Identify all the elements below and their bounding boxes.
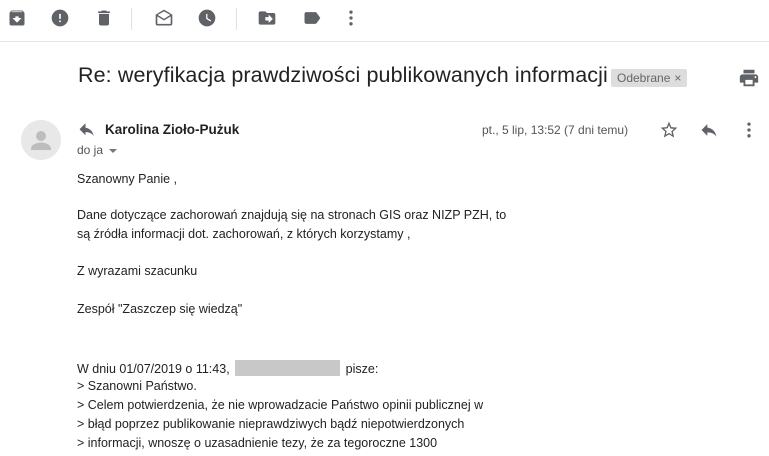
quote-intro: W dniu 01/07/2019 o 11:43, pisze: <box>77 360 378 376</box>
quote-intro-text: W dniu 01/07/2019 o 11:43, <box>77 362 230 376</box>
body-greeting: Szanowny Panie , <box>77 172 178 186</box>
sender-avatar[interactable] <box>21 120 61 160</box>
redacted-sender <box>235 360 341 376</box>
snooze-icon[interactable] <box>197 8 217 28</box>
label-icon[interactable] <box>302 8 322 28</box>
star-icon[interactable] <box>659 120 679 140</box>
chevron-down-icon <box>109 149 118 153</box>
label-text: Odebrane <box>617 71 671 85</box>
remove-label-icon[interactable]: × <box>674 71 681 85</box>
message-more-icon[interactable] <box>739 120 759 140</box>
toolbar <box>0 0 769 42</box>
body-paragraph-line: są źródła informacji dot. zachorowań, z … <box>77 227 411 241</box>
sender-name[interactable]: Karolina Zioło-Pużuk <box>105 122 239 137</box>
quoted-line: > Szanowni Państwo. <box>77 379 197 393</box>
body-signature: Zespół "Zaszczep się wiedzą" <box>77 302 243 316</box>
toolbar-divider <box>236 8 237 30</box>
quoted-line: > Celem potwierdzenia, że nie wprowadzac… <box>77 398 484 412</box>
toolbar-divider <box>131 8 132 30</box>
move-to-icon[interactable] <box>257 8 277 28</box>
mark-unread-icon[interactable] <box>154 8 174 28</box>
quoted-line: > informacji, wnoszę o uzasadnienie tezy… <box>77 436 438 450</box>
reply-icon[interactable] <box>699 120 719 140</box>
quoted-line: > błąd poprzez publikowanie nieprawdziwy… <box>77 417 465 431</box>
more-options-icon[interactable] <box>341 8 361 28</box>
email-subject: Re: weryfikacja prawdziwości publikowany… <box>78 63 608 87</box>
quote-intro-suffix: pisze: <box>345 362 379 376</box>
replied-indicator-icon <box>78 122 96 138</box>
inbox-label-chip[interactable]: Odebrane × <box>611 69 688 87</box>
recipient-text: do ja <box>77 143 104 157</box>
recipient-details-toggle[interactable]: do ja <box>77 143 118 157</box>
delete-icon[interactable] <box>94 8 114 28</box>
body-closing: Z wyrazami szacunku <box>77 264 198 278</box>
archive-icon[interactable] <box>7 8 27 28</box>
message-date: pt., 5 lip, 13:52 (7 dni temu) <box>482 123 629 137</box>
report-spam-icon[interactable] <box>50 8 70 28</box>
print-icon[interactable] <box>738 67 760 89</box>
body-paragraph-line: Dane dotyczące zachorowań znajdują się n… <box>77 208 507 222</box>
